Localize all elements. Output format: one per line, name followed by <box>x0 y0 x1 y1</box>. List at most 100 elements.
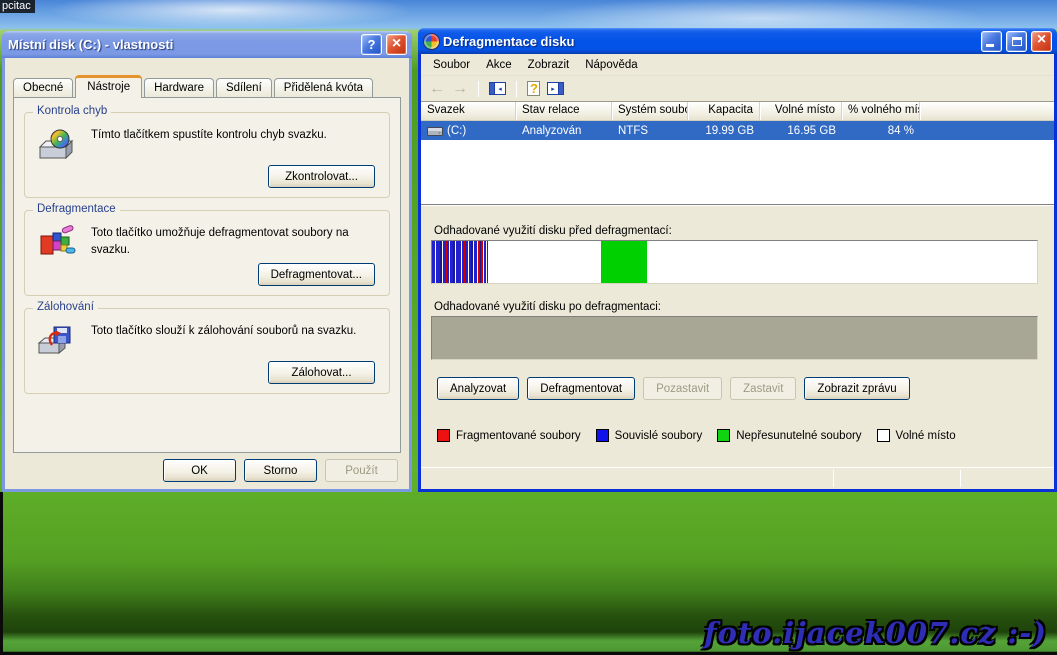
maximize-button[interactable] <box>1006 31 1027 52</box>
apply-button[interactable]: Použít <box>325 459 398 482</box>
toolbar-separator <box>478 81 479 97</box>
after-map-label: Odhadované využití disku po defragmentac… <box>434 301 1054 313</box>
minimize-button[interactable] <box>981 31 1002 52</box>
pause-button[interactable]: Pozastavit <box>643 377 722 400</box>
ok-button[interactable]: OK <box>163 459 236 482</box>
column-svazek[interactable]: Svazek <box>421 102 516 120</box>
photo-watermark: foto.ijacek007.cz :-) <box>704 616 1047 650</box>
legend-contiguous: Souvislé soubory <box>596 429 703 442</box>
action-pane-icon[interactable]: ▸ <box>547 82 564 95</box>
dialog-footer: OK Storno Použít <box>163 459 398 482</box>
tab-obecne[interactable]: Obecné <box>13 78 73 97</box>
volume-capacity-cell: 19.99 GB <box>688 125 760 137</box>
tab-hardware[interactable]: Hardware <box>144 78 214 97</box>
column-filler <box>920 102 1054 120</box>
defrag-window-title: Defragmentace disku <box>443 34 977 49</box>
back-arrow-icon[interactable]: ← <box>429 81 445 97</box>
action-buttons: Analyzovat Defragmentovat Pozastavit Zas… <box>437 377 1054 400</box>
group-label: Zálohování <box>33 301 98 313</box>
help-titlebar-button[interactable]: ? <box>361 34 382 55</box>
desktop-icon-label: pcitac <box>0 0 35 13</box>
group-description: Toto tlačítko umožňuje defragmentovat so… <box>91 225 377 264</box>
console-tree-icon[interactable]: ◂ <box>489 82 506 95</box>
toolbar-separator <box>516 81 517 97</box>
usage-map-stripes <box>432 241 1037 283</box>
properties-window-title: Místní disk (C:) - vlastnosti <box>8 37 357 52</box>
properties-window: Místní disk (C:) - vlastnosti ? × Obecné… <box>2 31 412 492</box>
column-system-souboru[interactable]: Systém souborů <box>612 102 688 120</box>
analyze-button[interactable]: Analyzovat <box>437 377 519 400</box>
tab-strip: Obecné Nástroje Hardware Sdílení Přiděle… <box>13 75 401 97</box>
close-button[interactable]: × <box>1031 31 1052 52</box>
defrag-blocks-icon <box>37 225 81 264</box>
backup-now-button[interactable]: Zálohovat... <box>268 361 375 384</box>
fragmented-swatch-icon <box>437 429 450 442</box>
column-kapacita[interactable]: Kapacita <box>688 102 760 120</box>
volume-name-cell: (C:) <box>421 125 516 137</box>
legend: Fragmentované soubory Souvislé soubory N… <box>437 429 1054 442</box>
group-label: Defragmentace <box>33 203 120 215</box>
column-procento-volneho[interactable]: % volného místa <box>842 102 920 120</box>
forward-arrow-icon[interactable]: → <box>452 81 468 97</box>
group-description: Toto tlačítko slouží k zálohování soubor… <box>91 323 377 362</box>
defrag-titlebar[interactable]: Defragmentace disku × <box>418 28 1057 54</box>
contiguous-swatch-icon <box>596 429 609 442</box>
toolbar: ← → ◂ ? ▸ <box>421 76 1054 101</box>
question-icon: ? <box>368 37 376 52</box>
volume-list: Svazek Stav relace Systém souborů Kapaci… <box>421 101 1054 205</box>
defragment-button[interactable]: Defragmentovat... <box>258 263 375 286</box>
view-report-button[interactable]: Zobrazit zprávu <box>804 377 909 400</box>
backup-disk-icon <box>37 323 81 362</box>
minimize-icon <box>986 44 994 47</box>
volume-row-c[interactable]: (C:) Analyzován NTFS 19.99 GB 16.95 GB 8… <box>421 121 1054 140</box>
volume-filesystem-cell: NTFS <box>612 125 688 137</box>
statusbar-section <box>961 468 1054 489</box>
menu-napoveda[interactable]: Nápověda <box>577 56 645 74</box>
group-backup: Zálohování To <box>24 308 390 394</box>
volume-list-header: Svazek Stav relace Systém souborů Kapaci… <box>421 102 1054 121</box>
unmovable-swatch-icon <box>717 429 730 442</box>
desktop: pcitac Místní disk (C:) - vlastnosti ? ×… <box>0 0 1057 655</box>
help-topics-icon[interactable]: ? <box>527 81 540 96</box>
properties-titlebar[interactable]: Místní disk (C:) - vlastnosti ? × <box>2 31 412 58</box>
tab-nastroje[interactable]: Nástroje <box>75 75 142 98</box>
volume-list-empty-area <box>421 140 1054 204</box>
usage-map-before <box>431 240 1038 284</box>
statusbar-section <box>834 468 960 489</box>
tools-tab-panel: Kontrola chyb <box>13 97 401 453</box>
legend-fragmented: Fragmentované soubory <box>437 429 581 442</box>
volume-status-cell: Analyzován <box>516 125 612 137</box>
before-map-label: Odhadované využití disku před defragment… <box>434 225 1054 237</box>
unmovable-block <box>601 241 647 283</box>
column-stav-relace[interactable]: Stav relace <box>516 102 612 120</box>
defragment-button[interactable]: Defragmentovat <box>527 377 635 400</box>
menu-akce[interactable]: Akce <box>478 56 520 74</box>
legend-free: Volné místo <box>877 429 956 442</box>
group-label: Kontrola chyb <box>33 105 111 117</box>
close-button[interactable]: × <box>386 34 407 55</box>
usage-map-after <box>431 316 1038 360</box>
free-swatch-icon <box>877 429 890 442</box>
stop-button[interactable]: Zastavit <box>730 377 796 400</box>
defrag-app-icon <box>424 34 439 49</box>
close-icon: × <box>392 36 401 52</box>
defrag-panel: Odhadované využití disku před defragment… <box>421 205 1054 467</box>
maximize-icon <box>1012 37 1022 46</box>
check-now-button[interactable]: Zkontrolovat... <box>268 165 375 188</box>
tab-pridelena-kvota[interactable]: Přidělená kvóta <box>274 78 373 97</box>
volume-free-pct-cell: 84 % <box>842 125 920 137</box>
close-icon: × <box>1037 32 1046 48</box>
column-volne-misto[interactable]: Volné místo <box>760 102 842 120</box>
group-description: Tímto tlačítkem spustíte kontrolu chyb s… <box>91 127 377 166</box>
cancel-button[interactable]: Storno <box>244 459 317 482</box>
volume-free-cell: 16.95 GB <box>760 125 842 137</box>
menu-soubor[interactable]: Soubor <box>425 56 478 74</box>
defrag-window: Defragmentace disku × Soubor Akce Zobraz… <box>418 28 1057 492</box>
menu-zobrazit[interactable]: Zobrazit <box>520 56 578 74</box>
menubar: Soubor Akce Zobrazit Nápověda <box>421 54 1054 76</box>
check-disk-icon <box>37 127 81 166</box>
screen-edge <box>0 492 3 655</box>
group-error-checking: Kontrola chyb <box>24 112 390 198</box>
status-bar <box>421 467 1054 489</box>
tab-sdileni[interactable]: Sdílení <box>216 78 272 97</box>
